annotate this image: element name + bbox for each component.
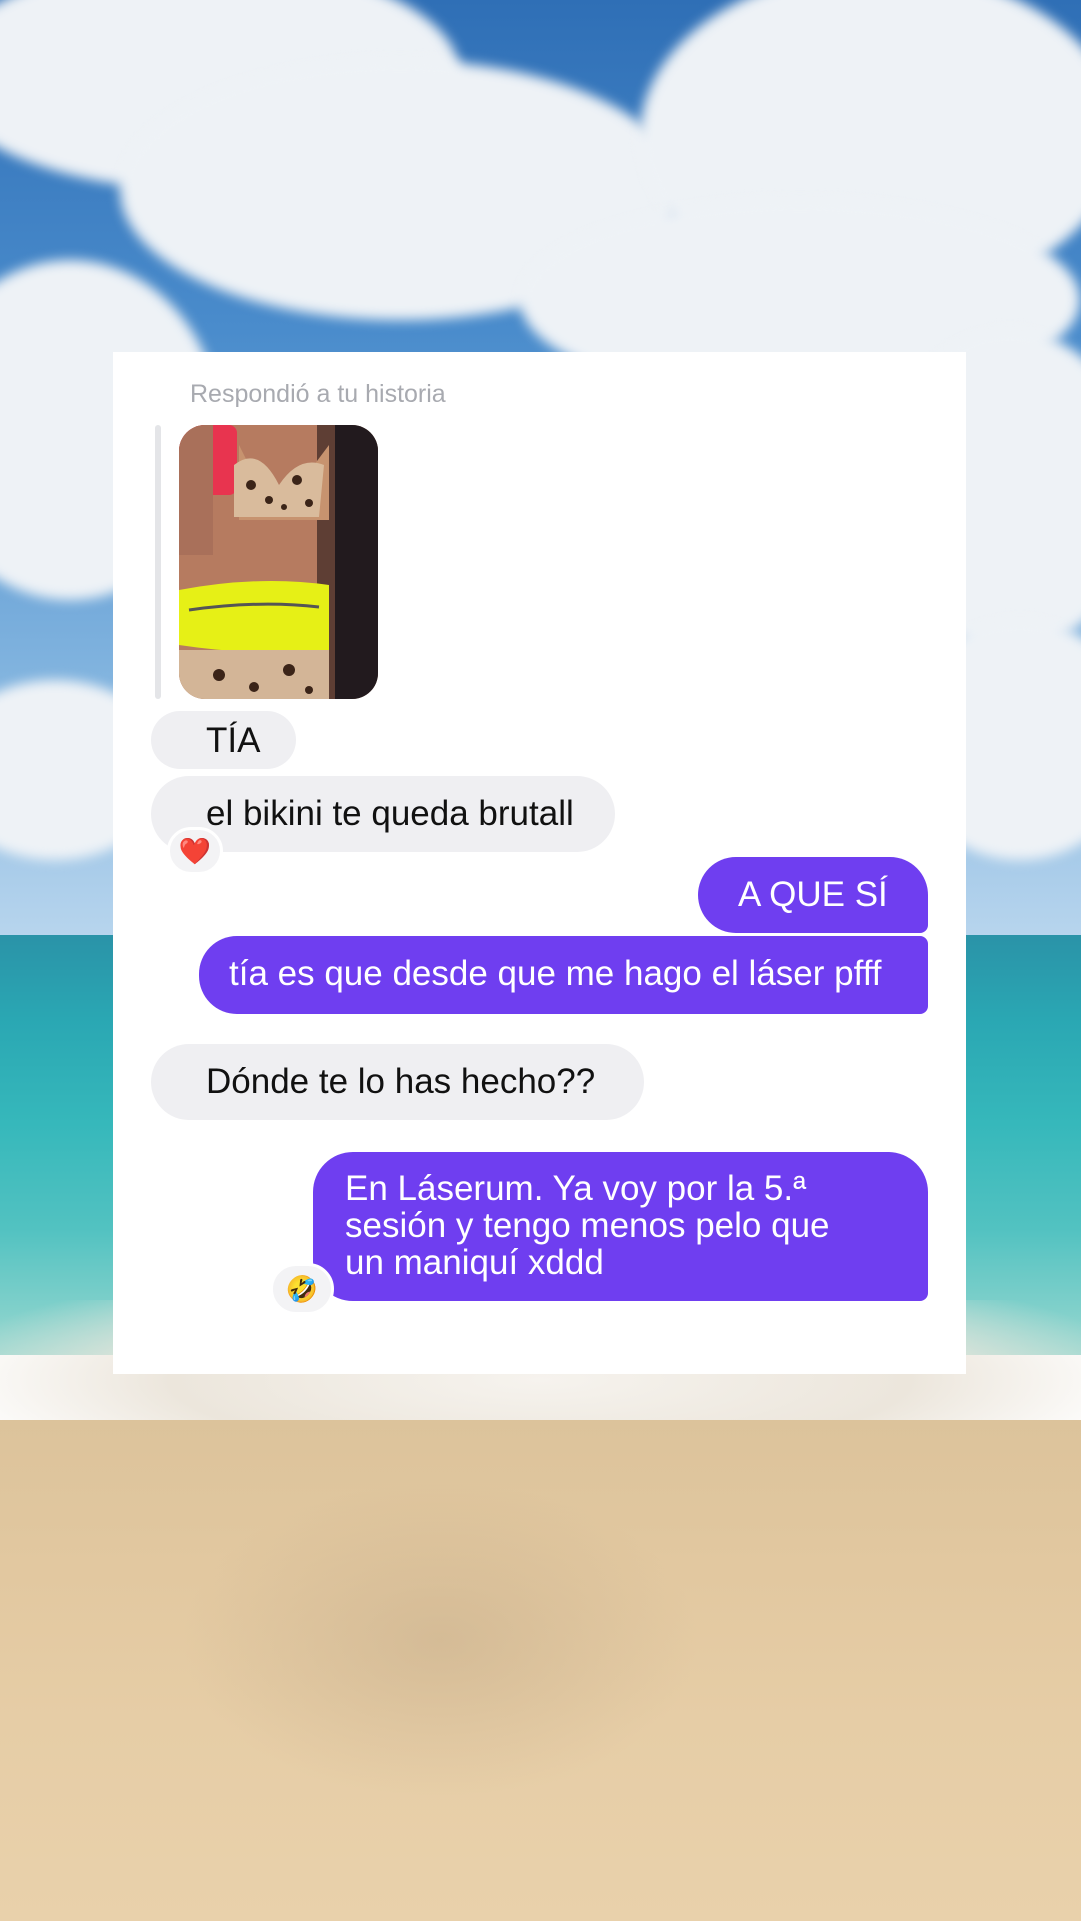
story-reply-label: Respondió a tu historia	[190, 380, 446, 408]
story-image	[179, 425, 378, 699]
message-sent[interactable]: En Láserum. Ya voy por la 5.ª sesión y t…	[313, 1152, 928, 1301]
story-thumbnail[interactable]	[179, 425, 378, 699]
message-sent[interactable]: tía es que desde que me hago el láser pf…	[199, 936, 928, 1014]
message-text: A QUE SÍ	[738, 875, 888, 914]
laughing-reaction-badge[interactable]: 🤣	[270, 1263, 334, 1315]
message-sent[interactable]: A QUE SÍ	[698, 857, 928, 933]
message-text: tía es que desde que me hago el láser pf…	[229, 954, 882, 993]
wet-sand	[180, 1480, 700, 1800]
message-text: TÍA	[206, 721, 261, 760]
message-text-line: En Láserum. Ya voy por la 5.ª	[345, 1169, 807, 1208]
reply-indicator-bar	[155, 425, 161, 699]
message-text: el bikini te queda brutall	[206, 794, 574, 833]
message-received[interactable]: Dónde te lo has hecho??	[151, 1044, 644, 1120]
message-text: Dónde te lo has hecho??	[206, 1062, 596, 1101]
heart-reaction-icon: ❤️	[178, 835, 212, 866]
message-text-line: sesión y tengo menos pelo que	[345, 1206, 830, 1245]
message-text-line: un maniquí xddd	[345, 1243, 604, 1282]
rolling-laughing-face-icon: 🤣	[285, 1273, 319, 1304]
heart-reaction-badge[interactable]: ❤️	[167, 827, 223, 875]
message-received[interactable]: TÍA	[151, 711, 296, 769]
chat-card: Respondió a tu historia TÍA el bikini te…	[113, 352, 966, 1374]
